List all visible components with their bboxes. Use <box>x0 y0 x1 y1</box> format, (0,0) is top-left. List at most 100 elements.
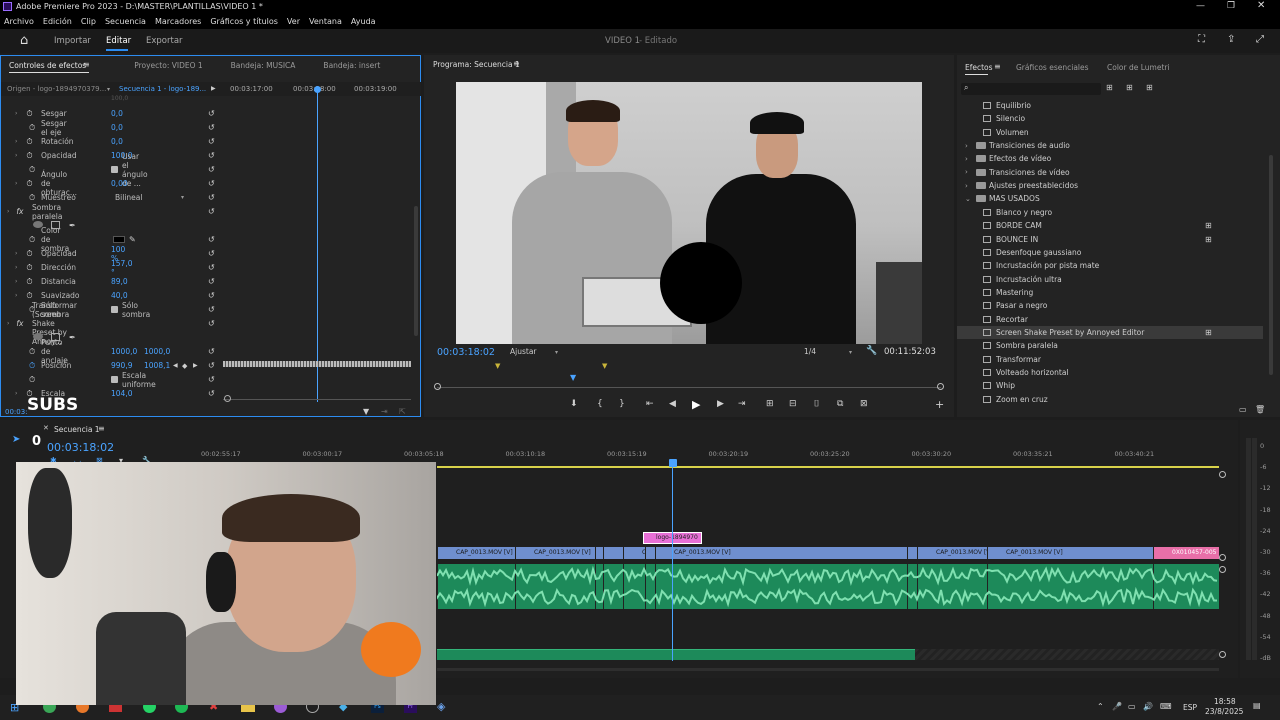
timeline-playhead-head[interactable] <box>669 459 677 467</box>
effect-item[interactable]: BORDE CAM ⊞ <box>957 219 1263 232</box>
pen-mask-icon[interactable]: ✒ <box>69 333 76 342</box>
stopwatch-icon[interactable]: ⏱ <box>29 235 35 245</box>
ec-zoom-handle-left[interactable] <box>224 395 231 402</box>
expand-arrow-icon[interactable]: › <box>15 390 17 397</box>
tray-mic-icon[interactable]: 🎤 <box>1112 702 1122 711</box>
yuv-effects-icon[interactable]: ⊞ <box>1146 83 1153 92</box>
stopwatch-icon[interactable]: ⏱ <box>26 109 32 119</box>
menu-archivo[interactable]: Archivo <box>4 17 34 26</box>
param-value[interactable]: 157,0 ° <box>111 259 132 277</box>
tray-date[interactable]: 23/8/2025 <box>1205 707 1243 716</box>
stopwatch-icon[interactable]: ⏱ <box>26 277 32 287</box>
stopwatch-icon[interactable]: ⏱ <box>29 123 35 133</box>
stopwatch-icon[interactable]: ⏱ <box>29 347 35 357</box>
edit-tab[interactable]: Editar <box>106 36 131 46</box>
selection-tool-icon[interactable]: ➤ <box>12 434 20 445</box>
effects-scrollbar[interactable] <box>1269 155 1273 375</box>
expand-arrow-icon[interactable]: › <box>15 278 17 285</box>
panel-menu-icon[interactable]: ≡ <box>83 60 90 69</box>
timeline-ruler[interactable]: 00:02:55:17 00:03:00:17 00:03:05:18 00:03:1… <box>201 448 1219 462</box>
expand-arrow-icon[interactable]: › <box>7 320 9 327</box>
stopwatch-active-icon[interactable]: ⏱ <box>29 361 35 371</box>
vr-icon[interactable]: ⊠ <box>860 399 868 409</box>
param-value[interactable]: 0,0 <box>111 137 123 146</box>
expand-icon[interactable]: ⤢ <box>1256 34 1264 45</box>
tray-keyboard-icon[interactable]: ⌨ <box>1160 702 1172 711</box>
stopwatch-icon[interactable]: ⏱ <box>26 151 32 161</box>
add-marker-icon[interactable]: ⬇ <box>570 399 578 409</box>
maximize-icon[interactable]: ❐ <box>1227 1 1235 11</box>
tray-network-icon[interactable]: ▭ <box>1128 702 1136 711</box>
video-clip[interactable]: CAP_0013.MOV [V] <box>917 547 987 559</box>
expand-arrow-icon[interactable]: › <box>15 264 17 271</box>
effect-item[interactable]: ⌄ MAS USADOS <box>957 192 1263 205</box>
fit-select[interactable]: Ajustar <box>510 347 537 356</box>
source-label[interactable]: Origen - logo-1894970379... <box>7 85 106 93</box>
share-icon[interactable]: ⇪ <box>1227 34 1235 45</box>
prev-keyframe-icon[interactable]: ◀ <box>173 362 178 369</box>
program-timecode[interactable]: 00:03:18:02 <box>437 347 495 358</box>
reset-icon[interactable]: ↺ <box>208 207 215 216</box>
expand-arrow-icon[interactable]: › <box>15 292 17 299</box>
effect-item[interactable]: › Transiciones de audio <box>957 139 1263 152</box>
video-clip[interactable]: CAP_0013.MOV [V] <box>655 547 907 559</box>
tab-project[interactable]: Proyecto: VIDEO 1 <box>134 61 202 70</box>
step-forward-icon[interactable]: ▶ <box>717 399 724 409</box>
param-value[interactable]: 0,00 <box>111 179 128 188</box>
close-icon[interactable]: ✕ <box>1257 0 1265 11</box>
param-value[interactable]: 40,0 <box>111 291 128 300</box>
lift-icon[interactable]: ⊞ <box>766 399 774 409</box>
param-value-y[interactable]: 1008,1 <box>144 361 170 370</box>
effect-item[interactable]: Whip <box>957 379 1263 392</box>
tray-chevron-icon[interactable]: ⌃ <box>1097 702 1104 711</box>
reset-icon[interactable]: ↺ <box>208 319 215 328</box>
chevron-down-icon[interactable]: ▾ <box>181 194 184 201</box>
go-to-out-icon[interactable]: ⇥ <box>738 399 746 409</box>
scrub-handle-right[interactable] <box>937 383 944 390</box>
close-tab-icon[interactable]: ✕ <box>43 424 49 432</box>
stopwatch-icon[interactable]: ⏱ <box>26 291 32 301</box>
comparison-icon[interactable]: ⧉ <box>837 399 843 409</box>
tray-time[interactable]: 18:58 <box>1214 697 1236 706</box>
filter-icon[interactable]: ▼ <box>363 407 369 416</box>
reset-icon[interactable]: ↺ <box>208 193 215 202</box>
menu-secuencia[interactable]: Secuencia <box>105 17 146 26</box>
v1-end-handle[interactable] <box>1219 554 1226 561</box>
effect-item[interactable]: Silencio <box>957 112 1263 125</box>
32bit-effects-icon[interactable]: ⊞ <box>1126 83 1133 92</box>
reset-icon[interactable]: ↺ <box>208 249 215 258</box>
param-value[interactable]: 0,0 <box>111 109 123 118</box>
expand-arrow-icon[interactable]: › <box>7 208 9 215</box>
effect-item[interactable]: Desenfoque gaussiano <box>957 246 1263 259</box>
panel-menu-icon[interactable]: ≡ <box>98 424 105 433</box>
effect-item[interactable]: Pasar a negro <box>957 299 1263 312</box>
next-keyframe-icon[interactable]: ▶ <box>193 362 198 369</box>
effect-item[interactable]: › Efectos de vídeo <box>957 152 1263 165</box>
trash-icon[interactable]: 🗑 <box>1255 405 1265 414</box>
step-back-icon[interactable]: ◀ <box>669 399 676 409</box>
home-icon[interactable]: ⌂ <box>20 33 28 48</box>
go-to-in-icon[interactable]: ⇤ <box>646 399 654 409</box>
expand-arrow-icon[interactable]: › <box>15 152 17 159</box>
param-value-x[interactable]: 990,9 <box>111 361 132 370</box>
checkbox-checked[interactable] <box>111 306 118 313</box>
effect-item[interactable]: Transformar <box>957 353 1263 366</box>
effect-item[interactable]: Zoom en cruz <box>957 393 1263 406</box>
minimize-icon[interactable]: — <box>1196 1 1205 11</box>
expand-arrow-icon[interactable]: › <box>15 138 17 145</box>
chevron-down-icon[interactable]: ⌄ <box>965 195 971 203</box>
a3-end-handle[interactable] <box>1219 651 1226 658</box>
reset-icon[interactable]: ↺ <box>208 109 215 118</box>
add-keyframe-icon[interactable]: ◆ <box>182 362 187 370</box>
muestreo-select[interactable]: Bilineal <box>115 193 142 202</box>
scrub-handle-left[interactable] <box>434 383 441 390</box>
tab-lumetri-color[interactable]: Color de Lumetri <box>1107 63 1170 72</box>
play-only-icon[interactable]: ▶ <box>211 85 216 92</box>
video-clip[interactable]: 0X010457-005 <box>1153 547 1219 559</box>
export-frame-icon[interactable]: ⇥ <box>381 407 388 416</box>
camera-icon[interactable]: ⌷ <box>814 399 819 409</box>
stopwatch-icon[interactable]: ⏱ <box>29 193 35 203</box>
source-dropdown-icon[interactable]: ▾ <box>107 86 110 93</box>
program-tab[interactable]: Programa: Secuencia 1 <box>433 60 520 69</box>
reset-icon[interactable]: ↺ <box>208 277 215 286</box>
